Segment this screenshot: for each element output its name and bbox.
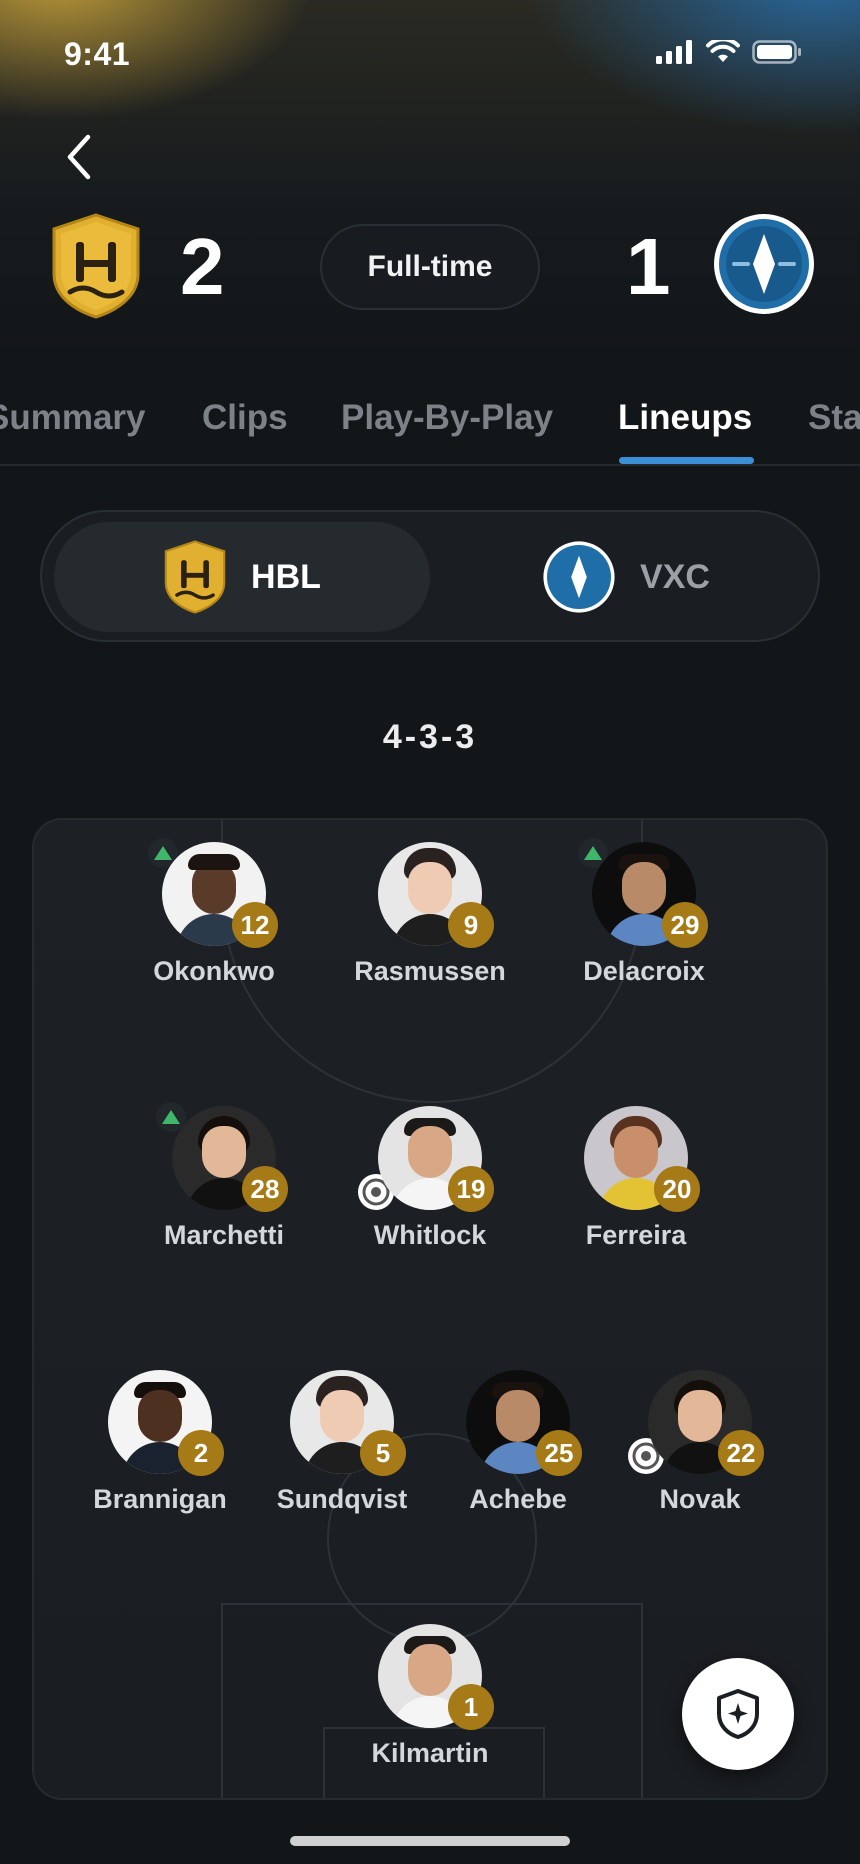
player-name: Okonkwo [153,956,275,986]
player-ferreira[interactable]: 20 Ferreira [536,1106,736,1251]
team-toggle-home-label: HBL [251,557,321,596]
player-name: Marchetti [163,1220,285,1250]
shield-action-button[interactable] [682,1658,794,1770]
jersey-number-badge: 12 [232,902,278,948]
player-rasmussen[interactable]: 9 Rasmussen [330,842,530,987]
team-toggle-home[interactable]: HBL [54,522,430,632]
player-name: Brannigan [93,1484,227,1514]
home-crest-icon [164,540,226,614]
back-button[interactable] [56,130,100,184]
formation-label: 4-3-3 [382,718,478,756]
score-header: 2 Full-time 1 [0,206,860,326]
away-score: 1 [626,222,671,311]
home-indicator [290,1836,570,1846]
jersey-number-badge: 5 [360,1430,406,1476]
player-novak[interactable]: 22 Novak [600,1370,800,1515]
jersey-number-badge: 9 [448,902,494,948]
jersey-number-badge: 25 [536,1430,582,1476]
tab-clips[interactable]: Clips [202,398,288,438]
jersey-number-badge: 20 [654,1166,700,1212]
jersey-number-badge: 29 [662,902,708,948]
player-name: Ferreira [585,1220,687,1250]
wifi-icon [706,40,740,62]
team-toggle-away-label: VXC [640,557,710,596]
player-name: Achebe [469,1484,567,1514]
player-achebe[interactable]: 25 Achebe [418,1370,618,1515]
away-team-logo[interactable] [712,212,816,316]
player-name: Rasmussen [354,956,506,986]
home-crest-icon [52,213,140,319]
player-name: Sundqvist [276,1484,408,1514]
player-delacroix[interactable]: 29 Delacroix [544,838,744,987]
player-name: Novak [659,1484,741,1514]
jersey-number-badge: 19 [448,1166,494,1212]
match-status-pill: Full-time [320,224,540,310]
jersey-number-badge: 22 [718,1430,764,1476]
active-tab-indicator [619,457,754,464]
player-name: Whitlock [373,1220,487,1250]
player-name: Delacroix [583,956,705,986]
status-bar: 9:41 [0,0,860,110]
jersey-number-badge: 1 [448,1684,494,1730]
team-toggle: HBL VXC [40,510,820,642]
player-brannigan[interactable]: 2 Brannigan [60,1370,260,1515]
shield-sparkle-icon [717,1689,759,1739]
tab-stats[interactable]: Stats [808,398,860,438]
tab-summary[interactable]: Summary [0,398,146,438]
player-okonkwo[interactable]: 12 Okonkwo [114,838,314,987]
player-sundqvist[interactable]: 5 Sundqvist [242,1370,442,1515]
home-team-logo[interactable] [50,212,142,320]
tab-play-by-play[interactable]: Play-By-Play [341,398,553,438]
battery-icon [752,40,801,64]
player-name: Kilmartin [371,1738,489,1768]
player-marchetti[interactable]: 28 Marchetti [124,1102,324,1251]
status-icons [656,40,802,64]
away-crest-icon [714,214,814,314]
team-toggle-away[interactable]: VXC [442,522,810,632]
chevron-left-icon [67,134,91,180]
away-crest-icon [543,541,615,613]
player-kilmartin[interactable]: 1 Kilmartin [330,1624,530,1769]
tab-lineups[interactable]: Lineups [618,398,752,438]
status-time: 9:41 [64,36,131,72]
player-whitlock[interactable]: 19 Whitlock [330,1106,530,1251]
home-score: 2 [180,222,225,311]
jersey-number-badge: 28 [242,1166,288,1212]
cellular-signal-icon [656,40,692,64]
jersey-number-badge: 2 [178,1430,224,1476]
match-tabs: Summary Clips Play-By-Play Lineups Stats [0,390,860,466]
